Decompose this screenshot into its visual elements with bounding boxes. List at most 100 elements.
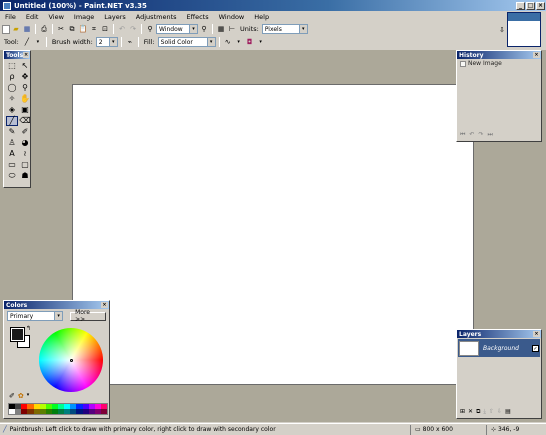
open-file-icon[interactable]: ▰: [11, 24, 21, 34]
menu-adjustments[interactable]: Adjustments: [131, 13, 182, 21]
tools-palette-title: Tools ×: [4, 51, 30, 59]
chevron-down-icon[interactable]: ▾: [234, 37, 244, 47]
close-icon[interactable]: ×: [533, 52, 540, 58]
recolor-icon[interactable]: ◕: [19, 138, 31, 148]
fast-forward-icon[interactable]: ⏭: [487, 131, 492, 139]
image-canvas[interactable]: [72, 84, 474, 385]
undo-icon[interactable]: ↶: [117, 24, 127, 34]
minimize-button[interactable]: _: [516, 1, 525, 10]
cut-icon[interactable]: ✂: [56, 24, 66, 34]
paintbrush-icon[interactable]: ╱: [22, 37, 32, 47]
menu-image[interactable]: Image: [69, 13, 99, 21]
deselect-icon[interactable]: ⊡: [100, 24, 110, 34]
ellipse-icon[interactable]: ⬭: [6, 171, 18, 181]
close-icon[interactable]: ×: [23, 52, 29, 58]
menu-view[interactable]: View: [43, 13, 68, 21]
pencil-icon[interactable]: ✎: [6, 127, 18, 137]
antialiasing-toggle-icon[interactable]: ∿: [223, 37, 233, 47]
line-curve-icon[interactable]: ≀: [19, 149, 31, 159]
paint-bucket-icon[interactable]: ◈: [6, 105, 18, 115]
color-wheel[interactable]: [39, 328, 103, 392]
color-mode-value: Primary: [10, 312, 34, 320]
zoom-dropdown[interactable]: Window ▾: [156, 24, 198, 34]
magic-wand-icon[interactable]: ✧: [6, 94, 18, 104]
duplicate-layer-icon[interactable]: ⧉: [476, 408, 480, 416]
paintbrush-icon[interactable]: ╱: [6, 116, 18, 126]
chevron-down-icon[interactable]: ▾: [33, 37, 43, 47]
units-dropdown[interactable]: Pixels ▾: [261, 24, 308, 34]
history-item[interactable]: New Image: [460, 60, 538, 67]
image-size: 800 x 600: [422, 426, 453, 433]
paste-icon[interactable]: 📋: [78, 24, 88, 34]
fill-dropdown[interactable]: Solid Color ▾: [157, 37, 216, 47]
layer-properties-icon[interactable]: ▤: [505, 408, 511, 416]
menu-file[interactable]: File: [0, 13, 21, 21]
grid-icon[interactable]: ▦: [216, 24, 226, 34]
freeform-shape-icon[interactable]: ☗: [19, 171, 31, 181]
menu-effects[interactable]: Effects: [182, 13, 214, 21]
antialias-icon[interactable]: ⌁: [125, 37, 135, 47]
palette-color-swatch[interactable]: [100, 409, 107, 414]
close-icon[interactable]: ×: [101, 302, 108, 308]
brush-width-dropdown[interactable]: 2 ▾: [95, 37, 118, 47]
clone-stamp-icon[interactable]: ♙: [6, 138, 18, 148]
move-selected-icon[interactable]: ✥: [19, 72, 31, 82]
layer-row-background[interactable]: Background ✓: [458, 339, 540, 357]
close-button[interactable]: ×: [536, 1, 545, 10]
new-file-icon[interactable]: [2, 24, 10, 34]
zoom-icon[interactable]: ⚲: [19, 83, 31, 93]
primary-color-swatch[interactable]: [10, 327, 25, 342]
brush-width-label: Brush width:: [51, 38, 93, 46]
units-value: Pixels: [264, 25, 282, 33]
rounded-rectangle-icon[interactable]: ▢: [19, 160, 31, 170]
gradient-icon[interactable]: ▣: [19, 105, 31, 115]
blend-mode-icon[interactable]: ◘: [245, 37, 255, 47]
color-mode-dropdown[interactable]: Primary ▾: [7, 311, 64, 321]
color-picker-icon[interactable]: ✐: [19, 127, 31, 137]
eraser-icon[interactable]: ⌫: [19, 116, 31, 126]
rectangle-select-icon[interactable]: ⬚: [6, 61, 18, 71]
palette-menu-icon[interactable]: ✿: [18, 392, 24, 400]
color-wheel-cursor: [70, 359, 73, 362]
maximize-button[interactable]: □: [526, 1, 535, 10]
lasso-select-icon[interactable]: ρ: [6, 72, 18, 82]
swap-colors-icon[interactable]: ↰: [26, 325, 31, 332]
zoom-in-icon[interactable]: ⚲: [199, 24, 209, 34]
colors-mode-row: Primary ▾ More >>: [4, 309, 109, 323]
rectangle-icon[interactable]: ▭: [6, 160, 18, 170]
crop-icon[interactable]: ⌗: [89, 24, 99, 34]
delete-layer-icon[interactable]: ✕: [468, 408, 473, 416]
redo-icon[interactable]: ↷: [478, 131, 483, 139]
rewind-icon[interactable]: ⏮: [460, 131, 465, 139]
menu-layers[interactable]: Layers: [99, 13, 131, 21]
fill-value: Solid Color: [160, 38, 193, 46]
copy-icon[interactable]: ⧉: [67, 24, 77, 34]
move-layer-up-icon[interactable]: ⇧: [489, 408, 494, 416]
pin-icon[interactable]: ⇩: [499, 26, 505, 34]
menu-window[interactable]: Window: [214, 13, 250, 21]
menu-help[interactable]: Help: [249, 13, 274, 21]
color-swatches: ↰: [9, 325, 33, 351]
layer-visibility-checkbox[interactable]: ✓: [532, 344, 539, 352]
chevron-down-icon[interactable]: ▾: [256, 37, 266, 47]
pan-icon[interactable]: ✋: [19, 94, 31, 104]
color-picker-icon[interactable]: ✐: [9, 392, 15, 400]
rulers-icon[interactable]: ⊢: [227, 24, 237, 34]
add-layer-icon[interactable]: ⊞: [460, 408, 465, 416]
redo-icon[interactable]: ↷: [128, 24, 138, 34]
undo-icon[interactable]: ↶: [469, 131, 474, 139]
text-icon[interactable]: A: [6, 149, 18, 159]
save-file-icon[interactable]: ▦: [22, 24, 32, 34]
menu-edit[interactable]: Edit: [21, 13, 44, 21]
print-icon[interactable]: ⎙: [39, 24, 49, 34]
close-icon[interactable]: ×: [533, 331, 540, 337]
chevron-down-icon[interactable]: ▾: [27, 392, 30, 400]
colors-palette-title-text: Colors: [6, 301, 28, 309]
move-layer-down-icon[interactable]: ⇩: [497, 408, 502, 416]
zoom-out-icon[interactable]: ⚲: [145, 24, 155, 34]
image-thumbnail[interactable]: [507, 12, 541, 47]
ellipse-select-icon[interactable]: ◯: [6, 83, 18, 93]
move-selection-icon[interactable]: ↖: [19, 61, 31, 71]
more-colors-button[interactable]: More >>: [70, 309, 106, 323]
merge-layer-icon[interactable]: ⤓: [483, 408, 486, 416]
